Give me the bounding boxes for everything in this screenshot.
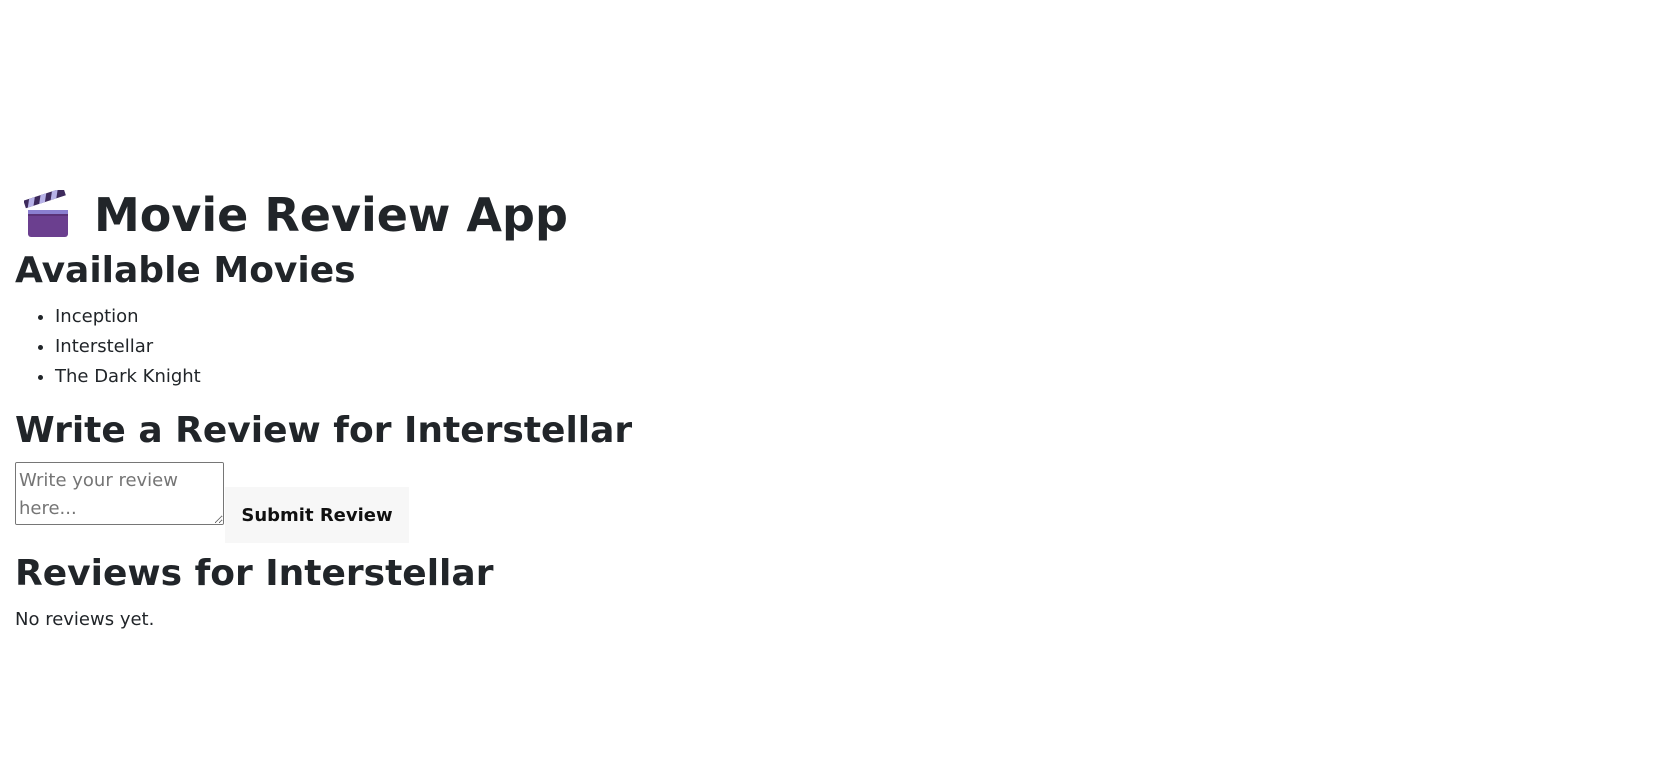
page: Movie Review App Available Movies Incept… — [0, 0, 1665, 776]
page-title: Movie Review App — [15, 184, 915, 246]
movie-list-item: Inception — [55, 302, 915, 332]
movie-list-item: Interstellar — [55, 332, 915, 362]
clapperboard-icon — [23, 187, 72, 240]
available-movies-heading: Available Movies — [15, 250, 356, 291]
review-form: Submit Review — [15, 462, 915, 543]
submit-review-button[interactable]: Submit Review — [225, 487, 409, 543]
write-review-heading: Write a Review for Interstellar — [15, 410, 633, 451]
no-reviews-text: No reviews yet. — [15, 609, 155, 630]
main-content: Movie Review App Available Movies Incept… — [15, 184, 915, 635]
reviews-heading: Reviews for Interstellar — [15, 553, 494, 594]
movie-list-item: The Dark Knight — [55, 362, 915, 392]
app-title-text: Movie Review App — [94, 188, 568, 242]
movie-list: Inception Interstellar The Dark Knight — [15, 302, 915, 392]
review-textarea[interactable] — [15, 462, 224, 525]
